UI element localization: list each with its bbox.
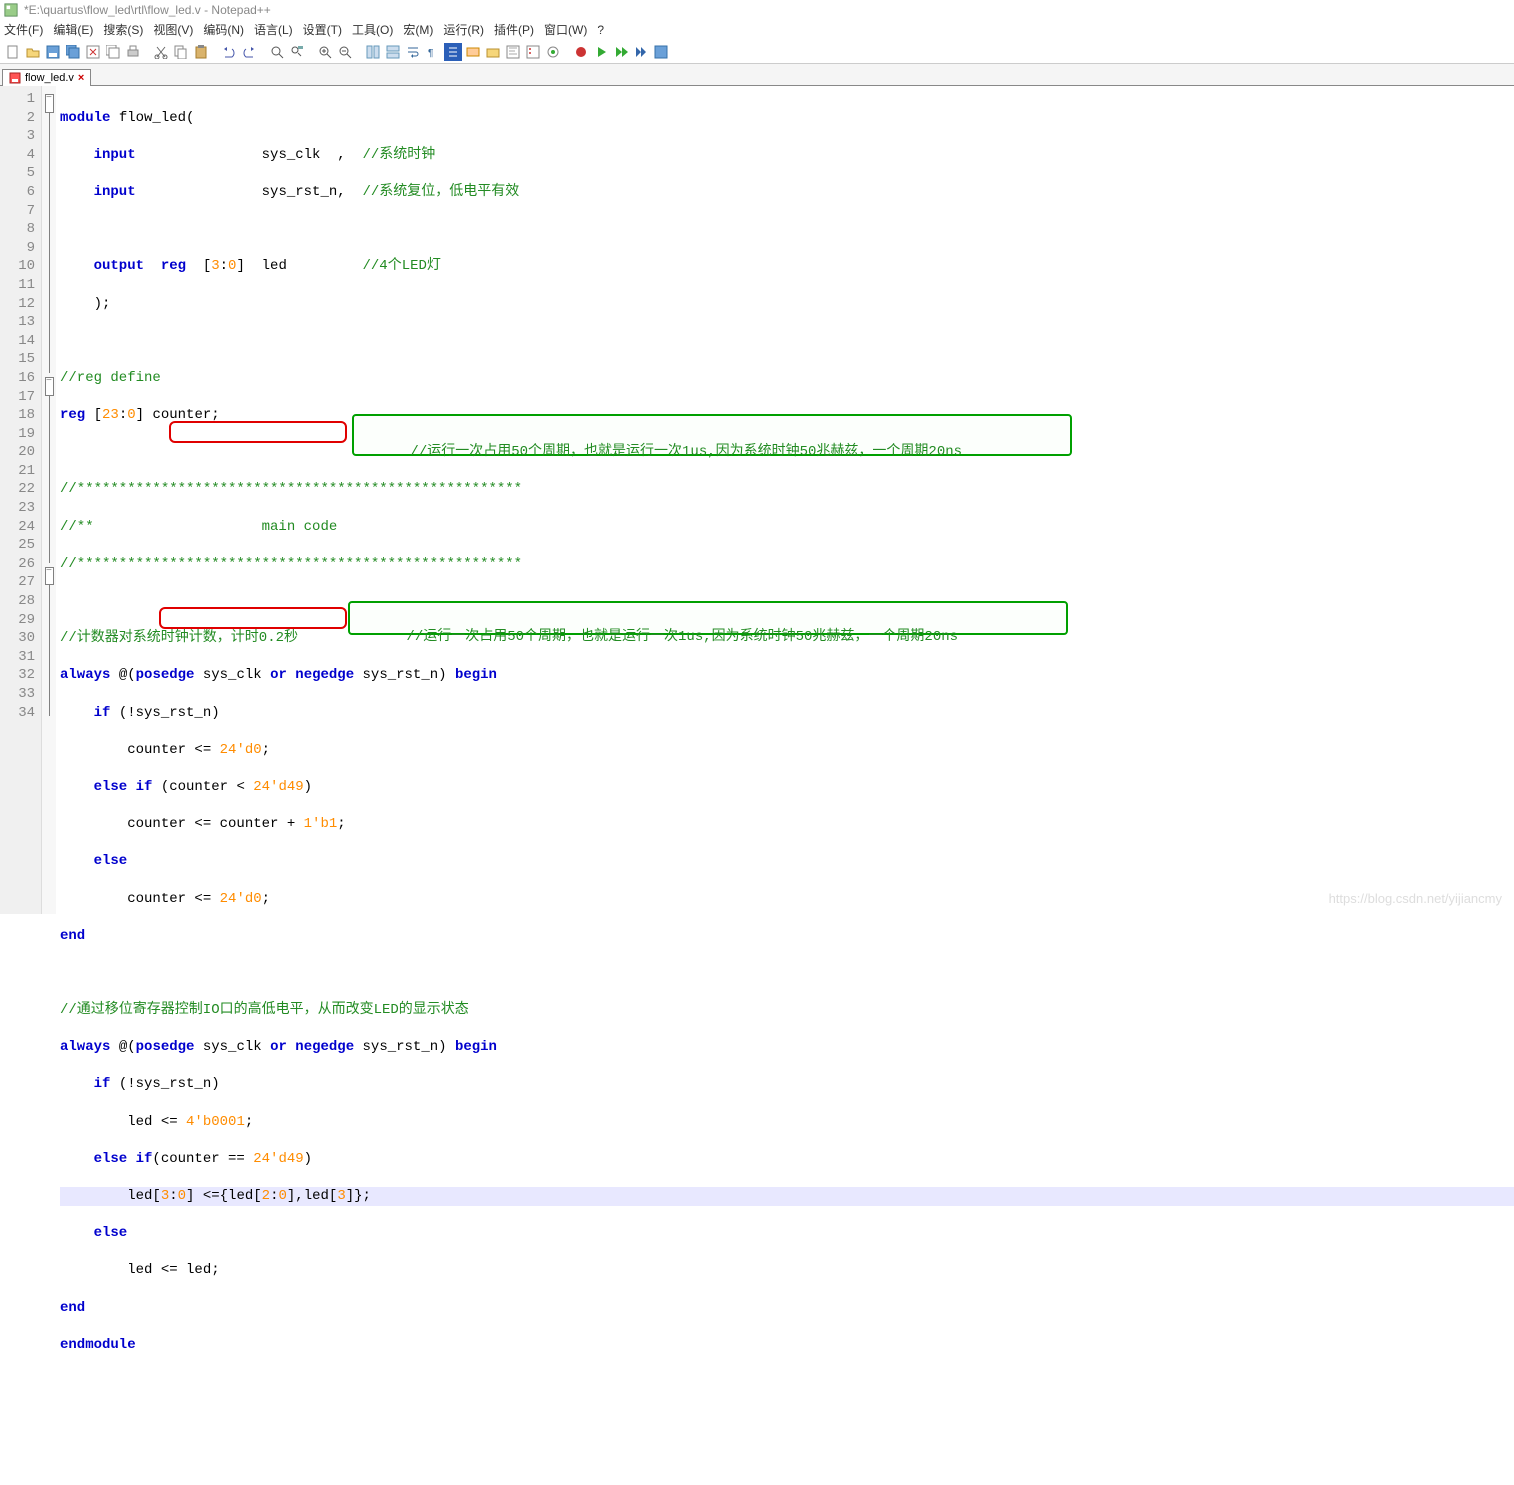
code-area[interactable]: module flow_led( input sys_clk , //系统时钟 … — [56, 86, 1514, 914]
code-editor[interactable]: 1234567891011121314151617181920212223242… — [0, 86, 1514, 914]
monitor-icon[interactable] — [544, 43, 562, 61]
menu-settings[interactable]: 设置(T) — [303, 20, 342, 40]
func-list-icon[interactable] — [524, 43, 542, 61]
menu-help[interactable]: ? — [597, 20, 604, 40]
close-icon[interactable] — [84, 43, 102, 61]
save-macro-icon[interactable] — [652, 43, 670, 61]
title-bar: *E:\quartus\flow_led\rtl\flow_led.v - No… — [0, 0, 1514, 20]
menu-encoding[interactable]: 编码(N) — [203, 20, 244, 40]
menu-search[interactable]: 搜索(S) — [103, 20, 143, 40]
menu-macro[interactable]: 宏(M) — [403, 20, 433, 40]
redo-icon[interactable] — [240, 43, 258, 61]
tab-bar: flow_led.v × — [0, 64, 1514, 86]
menu-edit[interactable]: 编辑(E) — [53, 20, 93, 40]
play-multi-icon[interactable] — [612, 43, 630, 61]
tab-close-icon[interactable]: × — [78, 72, 84, 84]
save-all-icon[interactable] — [64, 43, 82, 61]
undo-icon[interactable] — [220, 43, 238, 61]
sync-v-icon[interactable] — [364, 43, 382, 61]
indent-guide-icon[interactable] — [444, 43, 462, 61]
wrap-icon[interactable] — [404, 43, 422, 61]
menu-view[interactable]: 视图(V) — [153, 20, 193, 40]
replace-icon[interactable] — [288, 43, 306, 61]
find-icon[interactable] — [268, 43, 286, 61]
tab-flow-led[interactable]: flow_led.v × — [2, 69, 91, 86]
cut-icon[interactable] — [152, 43, 170, 61]
paste-icon[interactable] — [192, 43, 210, 61]
menu-run[interactable]: 运行(R) — [443, 20, 484, 40]
file-dirty-icon — [9, 72, 21, 84]
tab-label: flow_led.v — [25, 72, 74, 84]
menu-plugins[interactable]: 插件(P) — [494, 20, 534, 40]
sync-h-icon[interactable] — [384, 43, 402, 61]
toolbar: ¶ — [0, 40, 1514, 64]
menu-window[interactable]: 窗口(W) — [544, 20, 587, 40]
close-all-icon[interactable] — [104, 43, 122, 61]
menu-tools[interactable]: 工具(O) — [352, 20, 393, 40]
play-icon[interactable] — [592, 43, 610, 61]
copy-icon[interactable] — [172, 43, 190, 61]
zoom-out-icon[interactable] — [336, 43, 354, 61]
show-all-chars-icon[interactable]: ¶ — [424, 43, 442, 61]
save-icon[interactable] — [44, 43, 62, 61]
record-icon[interactable] — [572, 43, 590, 61]
svg-text:¶: ¶ — [428, 48, 433, 59]
menu-bar: 文件(F) 编辑(E) 搜索(S) 视图(V) 编码(N) 语言(L) 设置(T… — [0, 20, 1514, 40]
window-title: *E:\quartus\flow_led\rtl\flow_led.v - No… — [24, 0, 271, 20]
fold-column: −−− — [42, 86, 56, 914]
doc-map-icon[interactable] — [504, 43, 522, 61]
fast-icon[interactable] — [632, 43, 650, 61]
ug-icon[interactable] — [464, 43, 482, 61]
zoom-in-icon[interactable] — [316, 43, 334, 61]
open-file-icon[interactable] — [24, 43, 42, 61]
new-file-icon[interactable] — [4, 43, 22, 61]
line-number-gutter: 1234567891011121314151617181920212223242… — [0, 86, 42, 914]
folder-panel-icon[interactable] — [484, 43, 502, 61]
print-icon[interactable] — [124, 43, 142, 61]
menu-file[interactable]: 文件(F) — [4, 20, 43, 40]
app-icon — [4, 3, 18, 17]
menu-language[interactable]: 语言(L) — [254, 20, 293, 40]
